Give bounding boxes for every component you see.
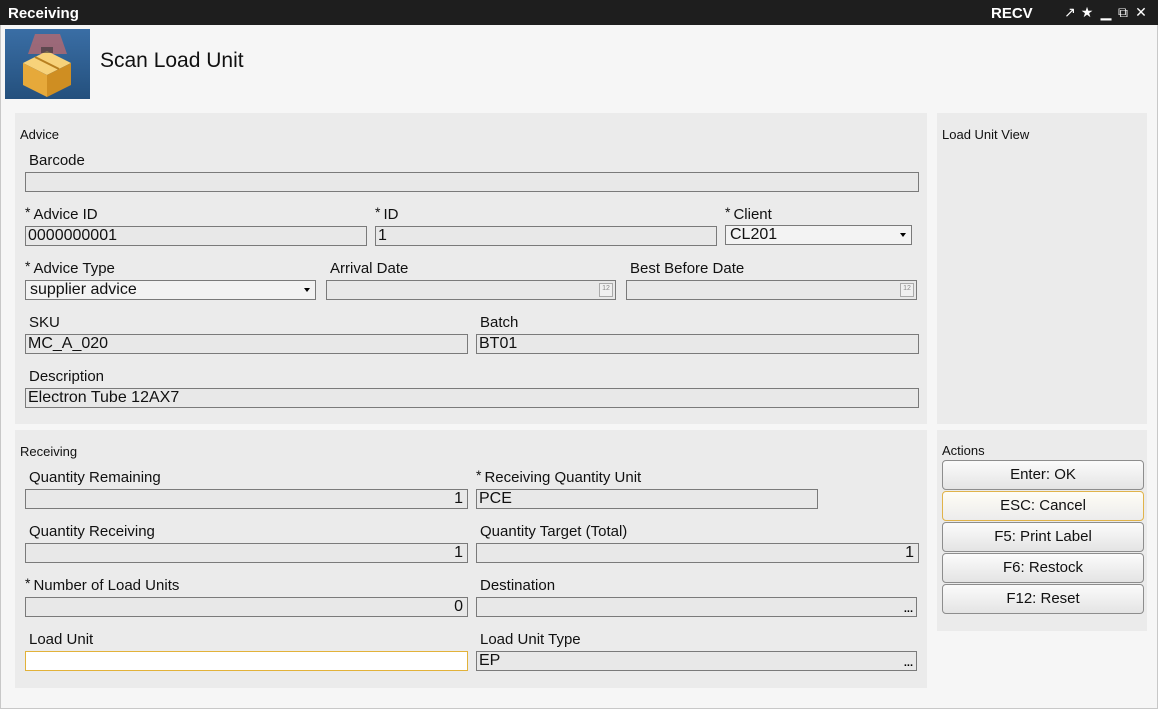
best-before-date-label: Best Before Date [630, 260, 745, 277]
load-unit-label: Load Unit [29, 631, 94, 648]
arrival-date-label: Arrival Date [330, 260, 409, 277]
destination-label: Destination [480, 577, 556, 594]
client-select[interactable]: CL201 [725, 225, 912, 245]
receiving-quantity-unit-label: * Receiving Quantity Unit [476, 467, 642, 486]
receiving-panel-title: Receiving [20, 444, 78, 459]
transaction-code: RECV [991, 5, 1033, 22]
load-unit-type-field[interactable]: EP ... [476, 651, 917, 671]
close-icon[interactable]: ✕ [1134, 5, 1148, 19]
client-label-text: Client [733, 206, 772, 223]
id-label-text: ID [383, 206, 399, 223]
required-marker: * [375, 204, 381, 220]
dropdown-caret-icon [900, 233, 906, 237]
load-unit-type-value: EP [479, 652, 501, 669]
advice-type-label-text: Advice Type [33, 260, 115, 277]
print-label-button[interactable]: F5: Print Label [942, 522, 1144, 552]
ok-button[interactable]: Enter: OK [942, 460, 1144, 490]
advice-type-select-value: supplier advice [30, 281, 137, 298]
restore-icon[interactable]: ⧉ [1116, 5, 1130, 19]
quantity-remaining-label: Quantity Remaining [29, 469, 161, 486]
cancel-button[interactable]: ESC: Cancel [942, 491, 1144, 521]
batch-field[interactable]: BT01 [476, 334, 919, 354]
receiving-quantity-unit-field[interactable]: PCE [476, 489, 818, 509]
sku-label: SKU [29, 314, 60, 331]
advice-panel-title: Advice [20, 127, 60, 142]
advice-id-label: * Advice ID [25, 204, 98, 223]
id-label: * ID [375, 204, 399, 223]
arrival-date-field[interactable]: 12 [326, 280, 616, 300]
window-title: Receiving [8, 5, 79, 22]
title-bar: Receiving RECV ↗ ★ ▁ ⧉ ✕ [0, 0, 1158, 25]
quantity-target-label: Quantity Target (Total) [480, 523, 628, 540]
advice-panel [15, 113, 927, 424]
barcode-input[interactable] [25, 172, 919, 192]
ellipsis-icon[interactable]: ... [904, 658, 913, 669]
required-marker: * [25, 258, 31, 274]
calendar-icon[interactable]: 12 [599, 283, 613, 297]
load-unit-view-panel [937, 113, 1147, 424]
calendar-icon[interactable]: 12 [900, 283, 914, 297]
reset-button[interactable]: F12: Reset [942, 584, 1144, 614]
load-unit-input[interactable] [25, 651, 468, 671]
star-icon[interactable]: ★ [1080, 5, 1094, 19]
barcode-label: Barcode [29, 152, 85, 169]
restock-button[interactable]: F6: Restock [942, 553, 1144, 583]
advice-type-label: * Advice Type [25, 258, 115, 277]
load-unit-view-title: Load Unit View [942, 127, 1030, 142]
client-label: * Client [725, 204, 772, 223]
advice-id-label-text: Advice ID [33, 206, 98, 223]
description-field[interactable]: Electron Tube 12AX7 [25, 388, 919, 408]
actions-panel-title: Actions [942, 443, 985, 458]
number-of-load-units-label: * Number of Load Units [25, 575, 180, 594]
advice-id-field[interactable]: 0000000001 [25, 226, 367, 246]
number-of-load-units-field[interactable]: 0 [25, 597, 468, 617]
quantity-receiving-label: Quantity Receiving [29, 523, 155, 540]
required-marker: * [25, 204, 31, 220]
ellipsis-icon[interactable]: ... [904, 604, 913, 615]
batch-label: Batch [480, 314, 519, 331]
dropdown-caret-icon [304, 288, 310, 292]
best-before-date-field[interactable]: 12 [626, 280, 917, 300]
quantity-remaining-field[interactable]: 1 [25, 489, 468, 509]
load-unit-type-label: Load Unit Type [480, 631, 581, 648]
receiving-quantity-unit-label-text: Receiving Quantity Unit [484, 469, 642, 486]
required-marker: * [25, 575, 31, 591]
destination-field[interactable]: ... [476, 597, 917, 617]
number-of-load-units-label-text: Number of Load Units [33, 577, 180, 594]
quantity-target-field[interactable]: 1 [476, 543, 919, 563]
required-marker: * [476, 467, 482, 483]
package-icon [5, 29, 90, 99]
client-select-value: CL201 [730, 226, 778, 243]
id-field[interactable]: 1 [375, 226, 717, 246]
advice-type-select[interactable]: supplier advice [25, 280, 316, 300]
quantity-receiving-field[interactable]: 1 [25, 543, 468, 563]
required-marker: * [725, 204, 731, 220]
sku-field[interactable]: MC_A_020 [25, 334, 468, 354]
minimize-icon[interactable]: ▁ [1099, 5, 1113, 19]
pin-icon[interactable]: ↗ [1063, 5, 1077, 19]
page-title: Scan Load Unit [100, 49, 244, 72]
description-label: Description [29, 368, 105, 385]
